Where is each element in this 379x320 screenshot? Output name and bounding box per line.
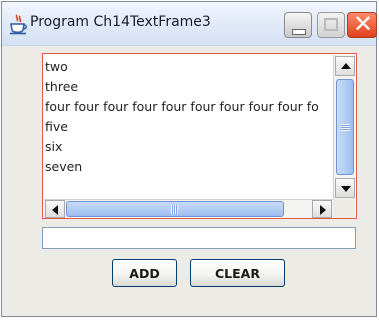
text-line: five bbox=[45, 119, 68, 134]
grip-icon bbox=[171, 205, 178, 214]
text-area-scroll-pane: two three four four four four four four … bbox=[42, 53, 357, 219]
vertical-scrollbar[interactable] bbox=[333, 55, 355, 199]
arrow-down-icon bbox=[341, 186, 351, 192]
close-button[interactable]: ✕ bbox=[347, 10, 377, 38]
maximize-button[interactable] bbox=[317, 12, 345, 38]
text-line: two bbox=[45, 59, 68, 74]
scroll-down-button[interactable] bbox=[335, 178, 355, 198]
horizontal-scrollbar[interactable] bbox=[44, 199, 333, 218]
vertical-scroll-thumb[interactable] bbox=[336, 79, 354, 175]
minimize-button[interactable] bbox=[284, 12, 312, 38]
close-icon: ✕ bbox=[352, 10, 374, 38]
clear-button[interactable]: CLEAR bbox=[190, 259, 285, 287]
scrollbar-corner bbox=[333, 199, 355, 218]
text-line: six bbox=[45, 139, 63, 154]
scroll-up-button[interactable] bbox=[335, 56, 355, 76]
text-input-field[interactable] bbox=[42, 227, 356, 249]
arrow-left-icon bbox=[52, 205, 58, 215]
grip-icon bbox=[341, 124, 350, 131]
text-line: seven bbox=[45, 159, 83, 174]
arrow-up-icon bbox=[341, 63, 351, 69]
minimize-icon bbox=[292, 29, 306, 35]
content-pane: two three four four four four four four … bbox=[2, 46, 376, 316]
arrow-right-icon bbox=[320, 205, 326, 215]
window-title: Program Ch14TextFrame3 bbox=[30, 14, 211, 30]
scroll-right-button[interactable] bbox=[312, 200, 332, 218]
text-line: four four four four four four four four … bbox=[45, 99, 319, 114]
java-coffee-cup-icon bbox=[10, 14, 27, 35]
title-bar[interactable]: Program Ch14TextFrame3 ✕ bbox=[2, 2, 377, 46]
add-button[interactable]: ADD bbox=[112, 259, 177, 287]
maximize-icon bbox=[324, 18, 338, 31]
text-area[interactable]: two three four four four four four four … bbox=[45, 57, 332, 197]
application-window: Program Ch14TextFrame3 ✕ two three four … bbox=[1, 1, 377, 317]
horizontal-scroll-thumb[interactable] bbox=[66, 201, 284, 217]
scroll-left-button[interactable] bbox=[45, 200, 65, 218]
text-line: three bbox=[45, 79, 79, 94]
